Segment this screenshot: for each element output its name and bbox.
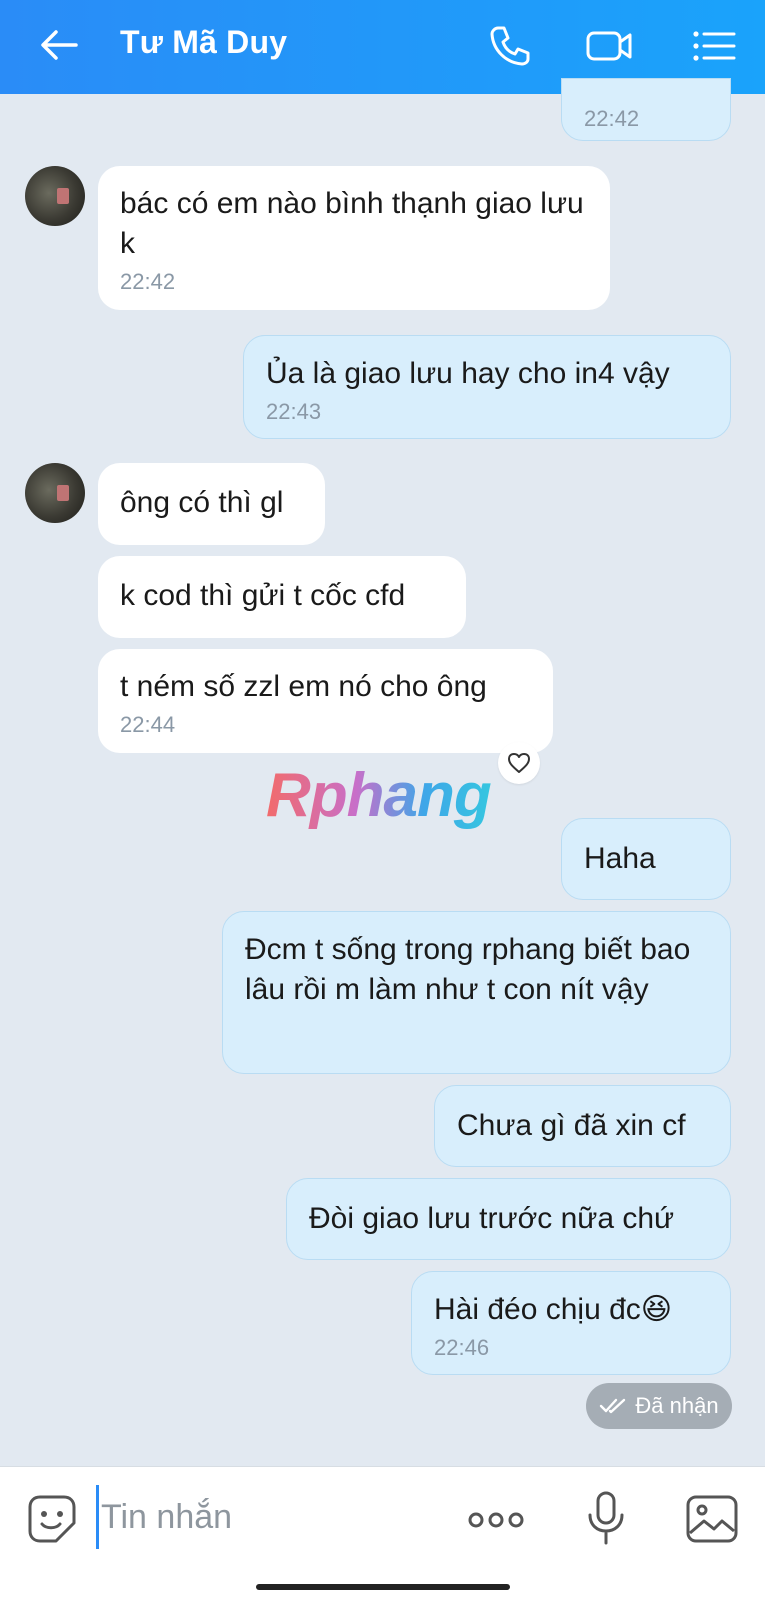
message-bubble-incoming[interactable]: bác có em nào bình thạnh giao lưu k 22:4… [98, 166, 610, 310]
message-text: Đòi giao lưu trước nữa chứ [309, 1202, 675, 1235]
message-time: 22:42 [584, 106, 640, 131]
avatar[interactable] [25, 463, 85, 523]
message-text: Chưa gì đã xin cf [457, 1109, 686, 1142]
contact-name[interactable]: Tư Mã Duy [120, 24, 287, 61]
delivery-status-label: Đã nhận [635, 1393, 719, 1418]
message-text: ông có thì gl [120, 486, 284, 519]
double-check-icon [600, 1398, 626, 1414]
microphone-icon [588, 1491, 624, 1545]
sticker-smile-icon [28, 1495, 76, 1543]
message-composer [0, 1466, 765, 1600]
more-dots-icon [468, 1512, 524, 1528]
voice-call-button[interactable] [484, 20, 536, 72]
more-options-button[interactable] [466, 1495, 526, 1545]
home-indicator [256, 1584, 510, 1590]
video-call-button[interactable] [584, 20, 636, 72]
message-text: Đcm t sống trong rphang biết bao lâu rồi… [245, 933, 691, 1006]
react-button[interactable] [498, 742, 540, 784]
voice-message-button[interactable] [586, 1489, 626, 1547]
chat-options-button[interactable] [688, 20, 740, 72]
message-bubble-outgoing[interactable]: Đcm t sống trong rphang biết bao lâu rồi… [222, 911, 731, 1074]
message-time: 22:44 [120, 712, 176, 737]
image-icon [686, 1495, 738, 1543]
message-text: Haha [584, 842, 656, 875]
message-text: t ném số zzl em nó cho ông [120, 670, 487, 703]
send-image-button[interactable] [684, 1491, 740, 1547]
message-bubble-incoming[interactable]: ông có thì gl [98, 463, 325, 545]
rphang-watermark: Rphang [266, 761, 492, 830]
message-text: Ủa là giao lưu hay cho in4 vậy [266, 357, 670, 390]
sticker-button[interactable] [26, 1493, 78, 1545]
message-bubble-incoming[interactable]: k cod thì gửi t cốc cfd [98, 556, 466, 638]
arrow-left-icon [41, 30, 78, 60]
message-bubble-outgoing[interactable]: Hài đéo chịu đc😆 22:46 [411, 1271, 731, 1375]
message-bubble-outgoing[interactable]: 22:42 [561, 78, 731, 141]
message-text: Hài đéo chịu đc😆 [434, 1293, 673, 1326]
delivery-status-badge: Đã nhận [586, 1383, 732, 1429]
heart-icon [508, 753, 530, 773]
message-bubble-outgoing[interactable]: Ủa là giao lưu hay cho in4 vậy 22:43 [243, 335, 731, 439]
message-time: 22:46 [434, 1335, 490, 1360]
message-text: bác có em nào bình thạnh giao lưu k [120, 187, 584, 260]
message-input[interactable] [96, 1485, 436, 1549]
message-bubble-incoming[interactable]: t ném số zzl em nó cho ông 22:44 [98, 649, 553, 753]
message-bubble-outgoing[interactable]: Đòi giao lưu trước nữa chứ [286, 1178, 731, 1260]
message-text: k cod thì gửi t cốc cfd [120, 579, 406, 612]
video-camera-icon [586, 31, 632, 61]
message-bubble-outgoing[interactable]: Chưa gì đã xin cf [434, 1085, 731, 1167]
avatar[interactable] [25, 166, 85, 226]
message-bubble-outgoing[interactable]: Haha [561, 818, 731, 900]
message-time: 22:43 [266, 399, 322, 424]
message-time: 22:42 [120, 269, 176, 294]
phone-icon [490, 26, 530, 66]
back-button[interactable] [36, 22, 82, 68]
list-menu-icon [693, 31, 736, 61]
